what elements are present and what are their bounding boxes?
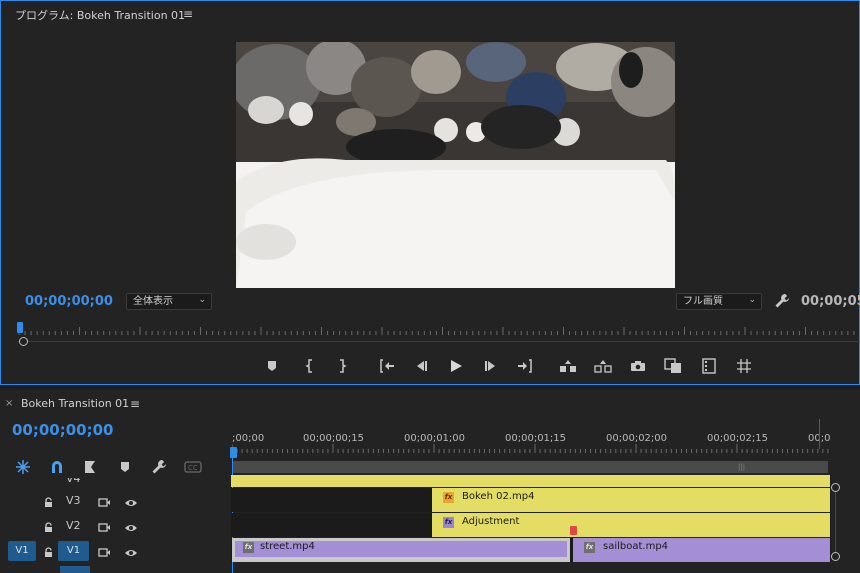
clip-adjustment-layer[interactable]: fx Adjustment — [432, 513, 830, 537]
clip-sailboat[interactable]: fx sailboat.mp4 — [573, 538, 830, 562]
playback-quality-dropdown[interactable]: フル画質 ⌄ — [676, 293, 762, 310]
track-name: V2 — [66, 519, 81, 532]
timeline-settings-icon[interactable] — [150, 459, 168, 475]
program-monitor-panel: プログラム: Bokeh Transition 01 ≡ 00;00;00;00… — [0, 0, 860, 385]
captions-icon[interactable]: CC — [184, 459, 202, 475]
fit-zoom-dropdown[interactable]: 全体表示 ⌄ — [126, 293, 212, 310]
source-patch-v1[interactable]: V1 — [8, 541, 36, 561]
track-name: V3 — [66, 494, 81, 507]
program-video-frame — [236, 42, 675, 288]
track-header-v2: V2 — [0, 514, 231, 538]
fx-badge-icon: fx — [243, 542, 254, 553]
clip-bokeh-02[interactable]: fx Bokeh 02.mp4 — [432, 488, 830, 512]
target-track-v1[interactable]: V1 — [58, 541, 89, 561]
zoom-scroll-handle[interactable] — [19, 337, 28, 346]
add-marker-button[interactable] — [262, 356, 282, 376]
program-current-timecode[interactable]: 00;00;00;00 — [25, 294, 113, 309]
svg-text:CC: CC — [188, 464, 198, 472]
track-name: V4 — [66, 478, 81, 485]
clip-street-selected[interactable]: fx street.mp4 — [232, 538, 570, 562]
go-to-out-button[interactable] — [515, 356, 535, 376]
track-scroll-bar[interactable] — [835, 492, 836, 552]
lock-icon[interactable] — [44, 493, 53, 512]
track-header-v3: V3 — [0, 489, 231, 513]
ruler-label: 00;00;02;00 — [606, 433, 668, 444]
fit-zoom-value: 全体表示 — [133, 296, 173, 307]
clip-name: sailboat.mp4 — [603, 541, 669, 552]
sequence-end-line — [819, 419, 820, 449]
toggle-sync-lock-film-icon[interactable] — [98, 518, 111, 537]
mark-out-button[interactable] — [332, 356, 352, 376]
toggle-sync-lock-film-icon[interactable] — [98, 543, 111, 562]
safe-margins-grid-icon[interactable] — [734, 356, 754, 376]
chevron-down-icon: ⌄ — [198, 295, 206, 305]
ripple-icon[interactable] — [14, 459, 32, 475]
track-scroll-handle-top[interactable] — [831, 483, 840, 492]
timeline-time-ruler[interactable] — [232, 444, 832, 453]
toggle-sync-lock-film-icon[interactable] — [98, 493, 111, 512]
export-frame-camera-icon[interactable] — [628, 356, 648, 376]
extract-button[interactable] — [593, 356, 613, 376]
eye-icon[interactable] — [124, 543, 138, 562]
ruler-label: 00;00;02;15 — [707, 433, 769, 444]
lock-icon[interactable] — [44, 518, 53, 537]
step-back-button[interactable] — [411, 356, 431, 376]
zoom-scroll-bar[interactable] — [17, 341, 860, 342]
fx-badge-icon: fx — [584, 542, 595, 553]
lock-icon[interactable] — [44, 543, 53, 562]
linked-selection-icon[interactable] — [82, 459, 100, 475]
panel-menu-icon[interactable]: ≡ — [130, 397, 140, 411]
ruler-label: 00;00;01;15 — [505, 433, 567, 444]
snap-magnet-icon[interactable] — [48, 459, 66, 475]
program-playhead[interactable] — [17, 322, 23, 333]
insert-film-strip-button[interactable] — [699, 356, 719, 376]
comparison-view-button[interactable] — [663, 356, 683, 376]
go-to-in-button[interactable] — [377, 356, 397, 376]
bokeh-video-image — [236, 42, 675, 288]
transition-marker-icon[interactable] — [570, 526, 577, 535]
panel-menu-icon[interactable]: ≡ — [183, 7, 193, 21]
timeline-current-timecode[interactable]: 00;00;00;00 — [12, 421, 114, 439]
add-marker-icon[interactable] — [116, 459, 134, 475]
ruler-label: 00;00;00;15 — [303, 433, 365, 444]
program-monitor-title: プログラム: Bokeh Transition 01 — [15, 9, 186, 22]
target-track-a1-partial[interactable] — [60, 566, 90, 573]
clip-name: Adjustment — [462, 516, 520, 527]
close-icon[interactable]: × — [5, 398, 13, 409]
eye-icon[interactable] — [124, 493, 138, 512]
fx-badge-icon: fx — [443, 492, 454, 503]
work-area-bar[interactable]: ||| — [233, 461, 828, 473]
timeline-sequence-tab[interactable]: Bokeh Transition 01 — [21, 397, 129, 410]
fx-badge-icon: fx — [443, 517, 454, 528]
work-area-grip-icon[interactable]: ||| — [738, 463, 745, 471]
mark-in-button[interactable] — [300, 356, 320, 376]
clip-name: street.mp4 — [260, 541, 315, 552]
eye-icon[interactable] — [124, 518, 138, 537]
lift-button[interactable] — [558, 356, 578, 376]
step-forward-button[interactable] — [481, 356, 501, 376]
ruler-label: ;00;00 — [232, 433, 265, 444]
program-time-ruler[interactable] — [17, 323, 860, 337]
playback-quality-value: フル画質 — [683, 296, 723, 307]
play-button[interactable] — [446, 356, 466, 376]
program-duration-timecode: 00;00;05; — [801, 294, 860, 309]
chevron-down-icon: ⌄ — [748, 295, 756, 305]
track-header-v1: V1 V1 — [0, 539, 231, 563]
track-scroll-handle-bottom[interactable] — [831, 552, 840, 561]
timeline-panel: × Bokeh Transition 01 ≡ 00;00;00;00 ;00;… — [0, 389, 860, 573]
ruler-label: 00;00;01;00 — [404, 433, 466, 444]
clip-name: Bokeh 02.mp4 — [462, 491, 535, 502]
track-header-v4: V4 — [0, 478, 231, 488]
wrench-settings-icon[interactable] — [774, 293, 790, 309]
clip-v4-yellow[interactable] — [231, 475, 830, 487]
